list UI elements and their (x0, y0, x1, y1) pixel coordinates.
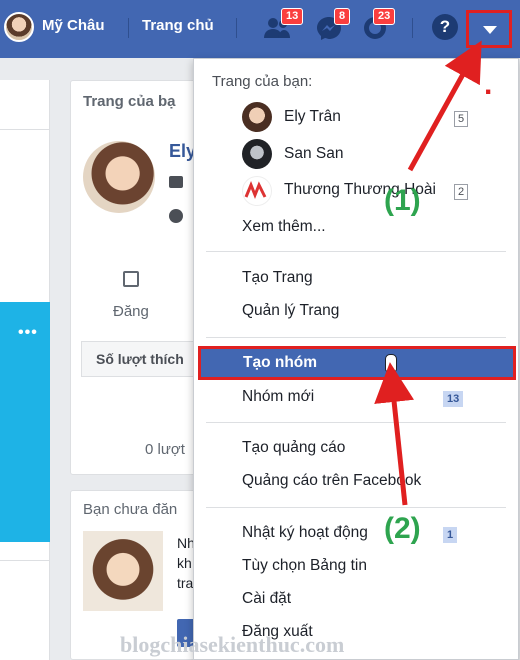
annotation-arrow-1 (407, 40, 482, 172)
annotation-step-1: (1) (384, 184, 421, 217)
watermark: blogchiasekienthuc.com (120, 632, 345, 657)
annotation-step-2: (2) (384, 512, 421, 545)
annotation-dot: . (484, 68, 493, 101)
annotation-arrows (374, 40, 482, 506)
annotation-arrow-2 (374, 362, 414, 506)
